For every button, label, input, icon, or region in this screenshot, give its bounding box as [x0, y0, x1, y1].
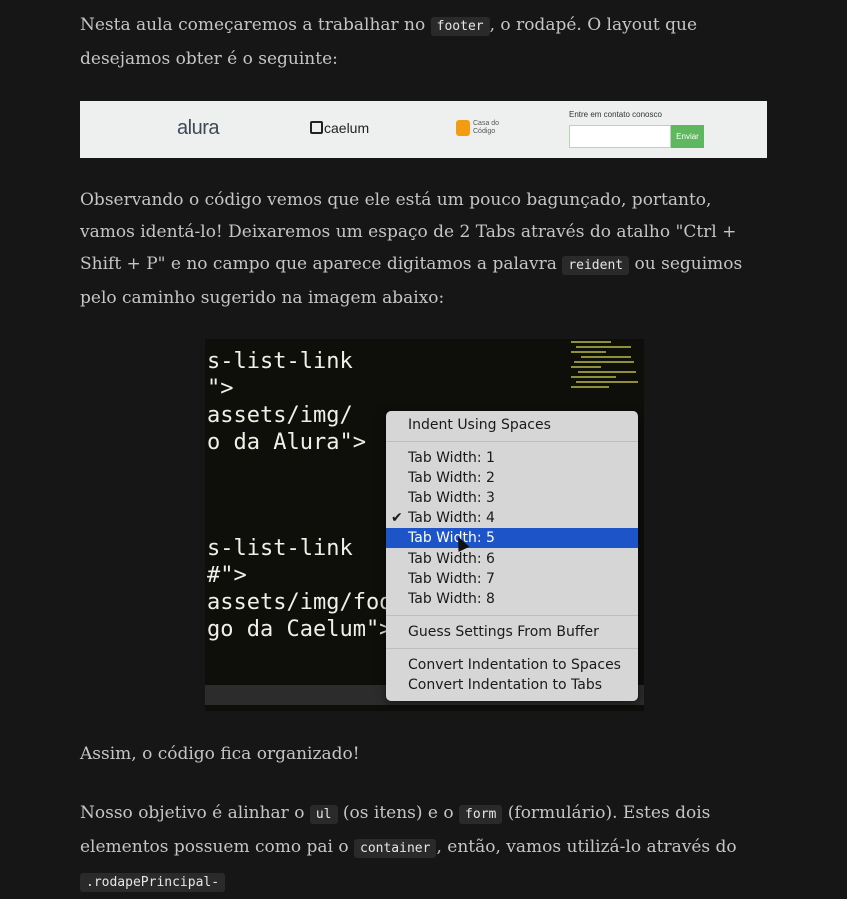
menu-item-convert-spaces[interactable]: Convert Indentation to Spaces: [386, 655, 638, 675]
code-line: s-list-link: [207, 536, 353, 561]
logo-text: Casa do: [473, 120, 500, 127]
contact-input: [569, 125, 671, 148]
contact-label: Entre em contato conosco: [569, 110, 662, 119]
menu-item-guess-settings[interactable]: Guess Settings From Buffer: [386, 622, 638, 642]
caelum-logo-icon: [310, 121, 323, 134]
caelum-logo-text: caelum: [324, 120, 370, 136]
footer-preview-image: alura caelum Casa do Código Entre em cont…: [80, 101, 767, 158]
menu-item-tab-width-2[interactable]: Tab Width: 2: [386, 468, 638, 488]
text: , então, vamos utilizá-lo através do: [436, 837, 737, 857]
menu-item-tab-width-3[interactable]: Tab Width: 3: [386, 488, 638, 508]
text: Nosso objetivo é alinhar o: [80, 803, 310, 823]
code-line: o da Alura">: [207, 430, 366, 455]
indentation-menu: Indent Using Spaces Tab Width: 1 Tab Wid…: [386, 411, 638, 701]
caelum-logo: caelum: [310, 120, 369, 136]
menu-separator: [386, 648, 638, 649]
inline-code: footer: [430, 17, 490, 36]
code-line: #">: [207, 563, 247, 588]
paragraph-intro: Nesta aula começaremos a trabalhar no fo…: [80, 9, 767, 75]
paragraph-objective: Nosso objetivo é alinhar o ul (os itens)…: [80, 797, 767, 899]
menu-item-tab-width-7[interactable]: Tab Width: 7: [386, 569, 638, 589]
code-line: assets/img/foo: [207, 590, 393, 615]
inline-code: ul: [309, 805, 338, 824]
menu-item-tab-width-4[interactable]: ✔ Tab Width: 4: [386, 508, 638, 528]
minimap: [566, 339, 644, 419]
code-line: assets/img/: [207, 403, 353, 428]
casa-do-codigo-icon: [456, 120, 470, 136]
code-line: ">: [207, 376, 234, 401]
menu-item-tab-width-8[interactable]: Tab Width: 8: [386, 589, 638, 609]
menu-item-tab-width-5[interactable]: Tab Width: 5: [386, 528, 638, 548]
menu-item-label: Tab Width: 4: [408, 510, 495, 526]
inline-code: container: [354, 839, 437, 858]
code-line: s-list-link: [207, 349, 353, 374]
text: Nesta aula começaremos a trabalhar no: [80, 15, 431, 35]
checkmark-icon: ✔: [391, 510, 403, 526]
inline-code: form: [459, 805, 503, 824]
menu-item-tab-width-1[interactable]: Tab Width: 1: [386, 448, 638, 468]
menu-item-tab-width-6[interactable]: Tab Width: 6: [386, 549, 638, 569]
paragraph-indent: Observando o código vemos que ele está u…: [80, 184, 767, 314]
menu-item-convert-tabs[interactable]: Convert Indentation to Tabs: [386, 675, 638, 695]
paragraph-result: Assim, o código fica organizado!: [80, 744, 360, 764]
editor-screenshot: s-list-link "> assets/img/ o da Alura"> …: [205, 339, 644, 711]
menu-separator: [386, 615, 638, 616]
code-line: go da Caelum">: [207, 617, 393, 642]
inline-code: .rodapePrincipal-: [80, 873, 226, 892]
menu-separator: [386, 441, 638, 442]
menu-item-indent-spaces[interactable]: Indent Using Spaces: [386, 415, 638, 435]
casa-do-codigo-logo: Casa do Código: [456, 120, 499, 136]
logo-text: Código: [473, 128, 496, 135]
send-button: Enviar: [671, 125, 704, 148]
alura-logo: alura: [177, 117, 219, 139]
text: (os itens) e o: [337, 803, 460, 823]
inline-code: reident: [562, 256, 630, 275]
